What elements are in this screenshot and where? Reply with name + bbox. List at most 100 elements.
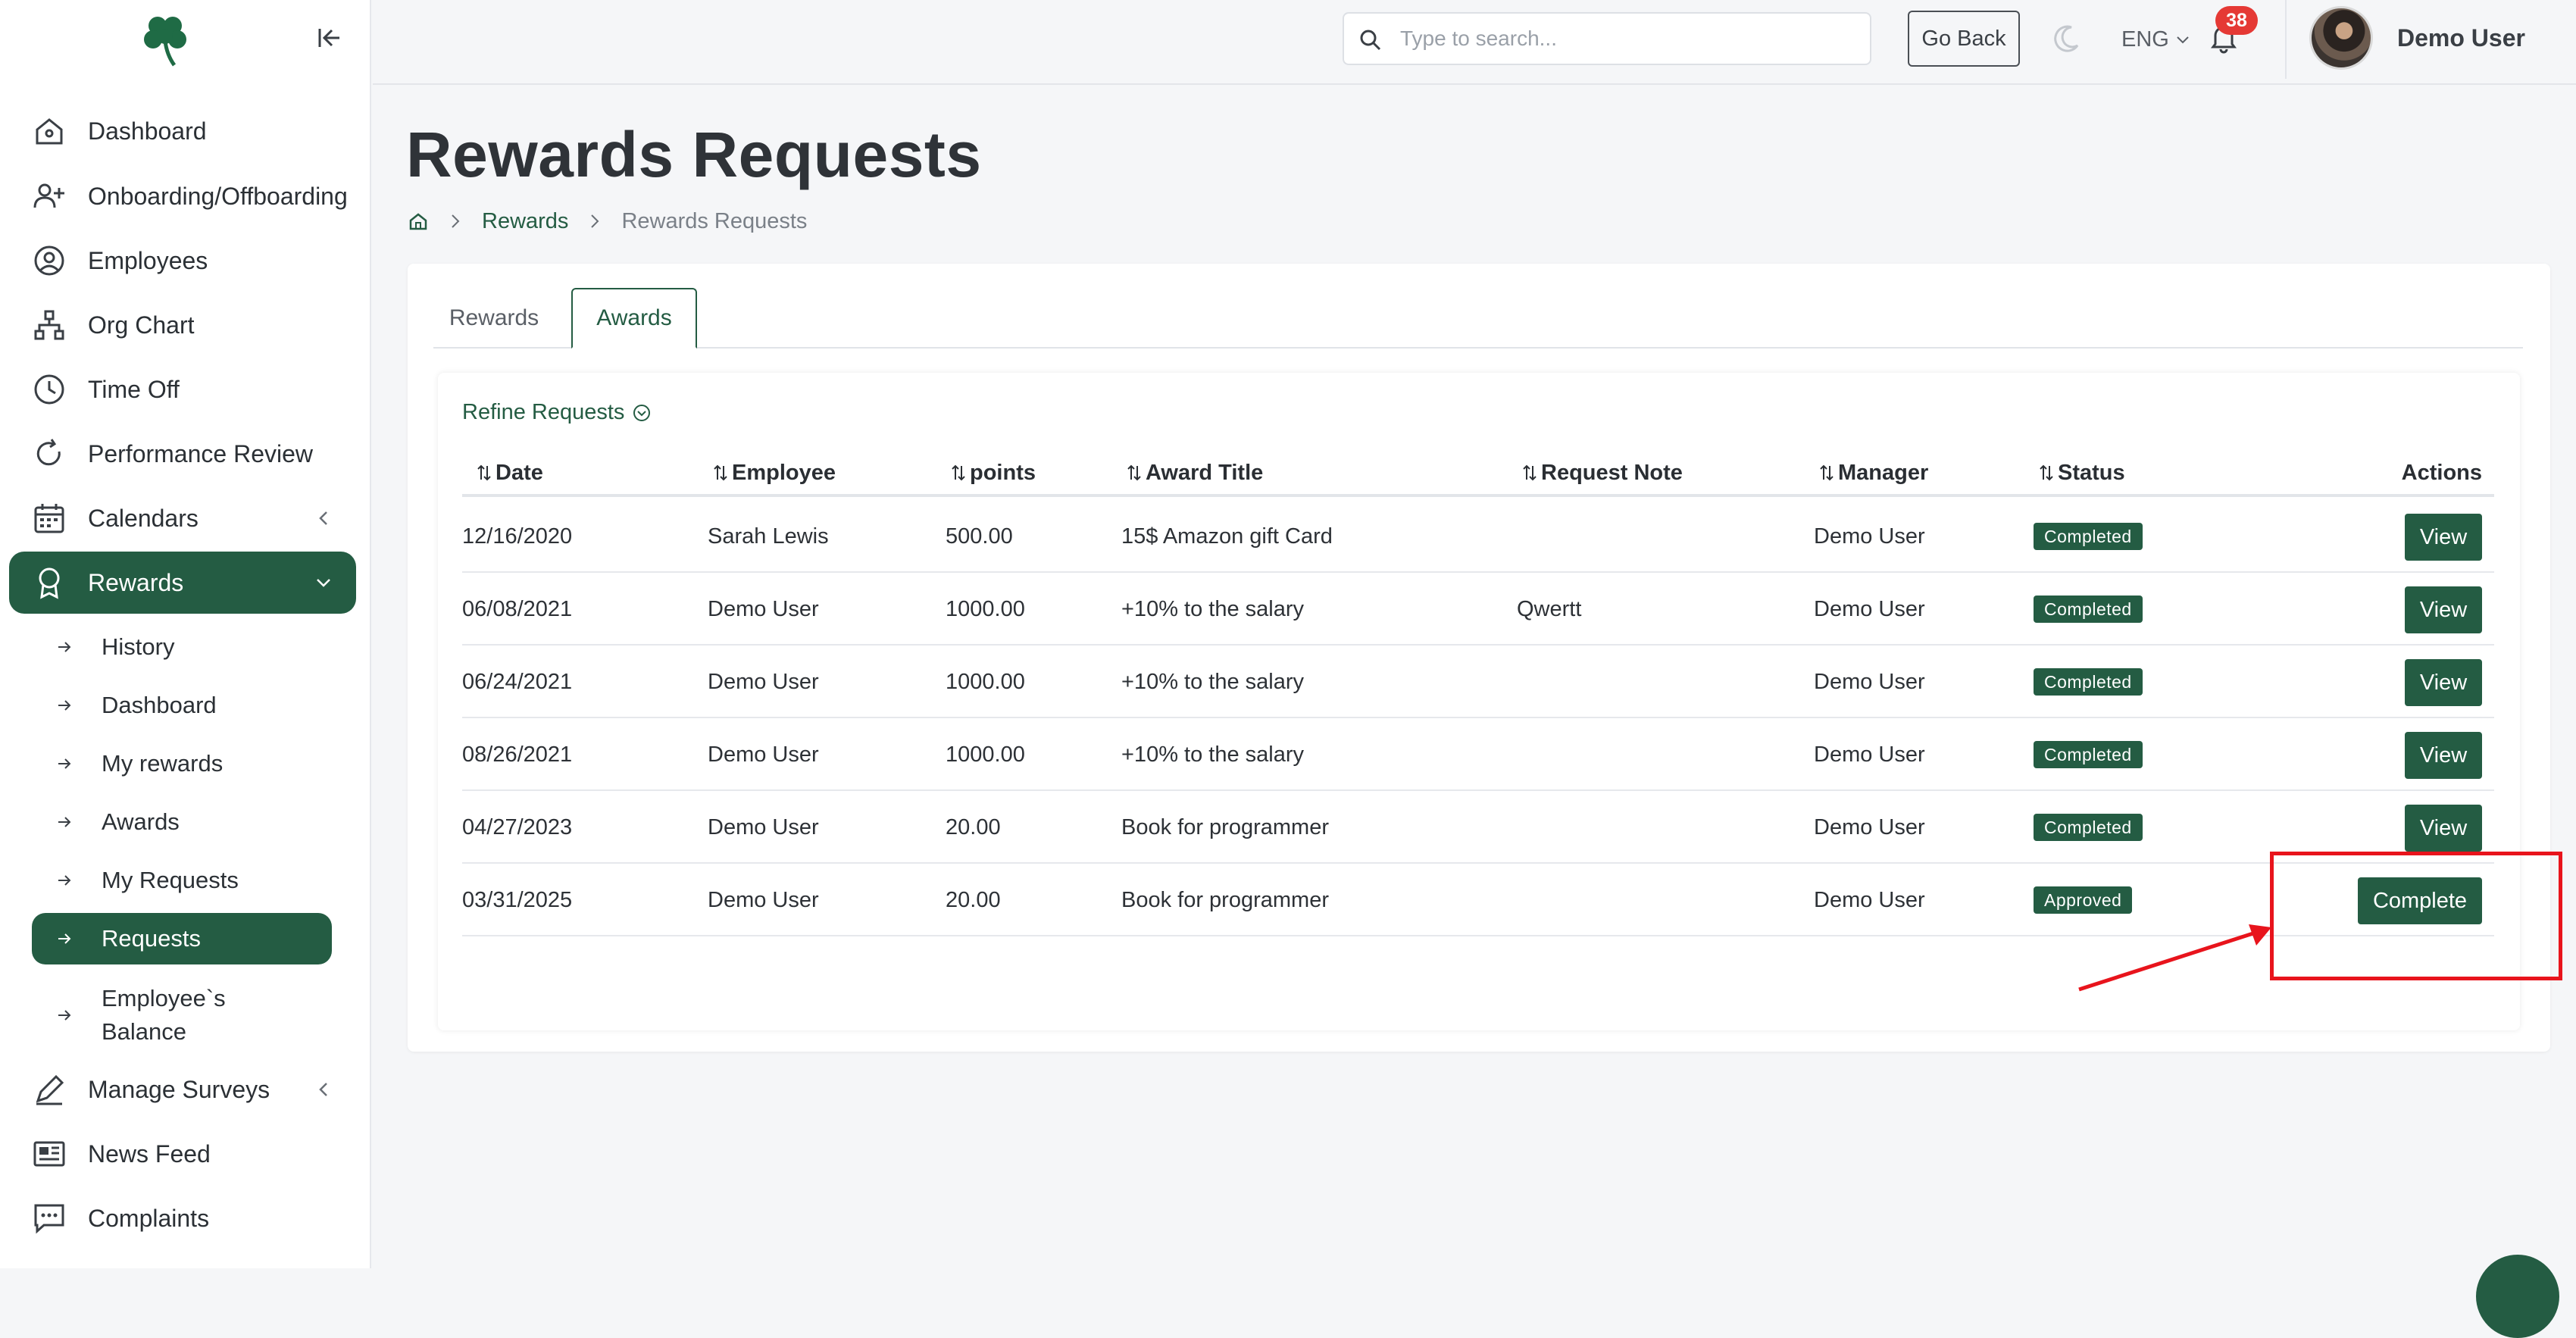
cell-employee: Demo User [708, 814, 819, 839]
cell-status: Completed [2034, 500, 2143, 573]
sub-employees-balance[interactable]: Employee`s Balance [32, 977, 332, 1053]
avatar[interactable] [2309, 6, 2373, 70]
column-label: Date [496, 460, 543, 485]
tab-rewards[interactable]: Rewards [433, 288, 555, 349]
table-row: 06/24/2021 Demo User 1000.00 +10% to the… [462, 646, 2494, 718]
notification-count-badge: 38 [2215, 6, 2258, 35]
message-icon [34, 1204, 64, 1234]
nav-onboarding[interactable]: Onboarding/Offboarding [9, 165, 356, 227]
cell-date: 08/26/2021 [462, 742, 573, 767]
arrow-right-icon [58, 758, 71, 769]
column-header-employee[interactable]: Employee [712, 449, 836, 497]
search-field[interactable] [1343, 12, 1871, 65]
clover-logo-icon[interactable] [135, 8, 195, 68]
view-button[interactable]: View [2405, 659, 2482, 706]
cell-award-title: 15$ Amazon gift Card [1121, 524, 1333, 549]
search-input[interactable] [1399, 26, 1870, 52]
sub-dashboard[interactable]: Dashboard [32, 680, 332, 731]
dark-mode-moon-icon[interactable] [2050, 23, 2082, 55]
status-badge: Completed [2034, 741, 2143, 768]
refine-requests-toggle[interactable]: Refine Requests [462, 400, 652, 425]
cell-points: 1000.00 [946, 742, 1025, 767]
search-icon [1360, 30, 1381, 51]
nav-calendars[interactable]: Calendars [9, 487, 356, 549]
cell-date: 06/24/2021 [462, 669, 573, 694]
home-icon[interactable] [408, 211, 429, 232]
sub-requests[interactable]: Requests [32, 913, 332, 964]
column-header-points[interactable]: points [950, 449, 1036, 497]
nav-rewards[interactable]: Rewards [9, 552, 356, 614]
cell-points: 500.00 [946, 524, 1013, 549]
nav-org-chart[interactable]: Org Chart [9, 294, 356, 356]
cell-award-title: +10% to the salary [1121, 596, 1305, 621]
cell-status: Completed [2034, 718, 2143, 791]
arrow-right-icon [58, 933, 71, 944]
nav-time-off[interactable]: Time Off [9, 358, 356, 420]
cell-manager: Demo User [1814, 669, 1925, 694]
floating-action-button[interactable] [2476, 1255, 2559, 1338]
org-chart-icon [34, 310, 64, 340]
sub-history[interactable]: History [32, 621, 332, 673]
user-plus-icon [33, 183, 64, 208]
cell-award-title: Book for programmer [1121, 814, 1329, 839]
status-badge: Completed [2034, 668, 2143, 696]
nav-employees[interactable]: Employees [9, 230, 356, 292]
user-name[interactable]: Demo User [2397, 24, 2525, 52]
nav-complaints[interactable]: Complaints [9, 1187, 356, 1249]
column-header-manager[interactable]: Manager [1818, 449, 1928, 497]
nav-label: News Feed [88, 1139, 211, 1168]
sub-awards[interactable]: Awards [32, 796, 332, 848]
refresh-icon [36, 439, 61, 466]
cell-status: Completed [2034, 573, 2143, 646]
tab-awards[interactable]: Awards [571, 288, 697, 349]
language-selector[interactable]: ENG [2121, 24, 2192, 55]
sub-label: Requests [102, 925, 201, 952]
breadcrumb-rewards-link[interactable]: Rewards [482, 209, 568, 234]
table-row: 12/16/2020 Sarah Lewis 500.00 15$ Amazon… [462, 500, 2494, 573]
collapse-sidebar-icon[interactable] [314, 23, 344, 53]
cell-date: 12/16/2020 [462, 524, 573, 549]
view-button[interactable]: View [2405, 586, 2482, 633]
nav-dashboard[interactable]: Dashboard [9, 100, 356, 162]
cell-points: 1000.00 [946, 596, 1025, 621]
table-row: 04/27/2023 Demo User 20.00 Book for prog… [462, 791, 2494, 864]
cell-points: 1000.00 [946, 669, 1025, 694]
nav-label: Onboarding/Offboarding [88, 182, 348, 210]
go-back-button[interactable]: Go Back [1908, 11, 2020, 67]
column-header-date[interactable]: Date [476, 449, 543, 497]
column-header-status[interactable]: Status [2038, 449, 2125, 497]
column-header-actions: Actions [2402, 449, 2482, 497]
column-label: points [970, 460, 1036, 485]
nav-label: Time Off [88, 375, 180, 403]
sub-my-rewards[interactable]: My rewards [32, 738, 332, 789]
nav-label: Performance Review [88, 439, 313, 467]
page-title: Rewards Requests [406, 119, 982, 190]
nav-news-feed[interactable]: News Feed [9, 1123, 356, 1185]
breadcrumb-current: Rewards Requests [621, 208, 808, 233]
view-button[interactable]: View [2405, 805, 2482, 852]
cell-employee: Demo User [708, 742, 819, 767]
view-button[interactable]: View [2405, 514, 2482, 561]
column-header-award-title[interactable]: Award Title [1126, 449, 1263, 497]
view-button[interactable]: View [2405, 732, 2482, 779]
arrow-right-icon [58, 817, 71, 827]
sidebar: Dashboard Onboarding/Offboarding Employe… [0, 0, 371, 1268]
arrow-right-icon [58, 875, 71, 886]
sub-my-requests[interactable]: My Requests [32, 855, 332, 906]
table-row: 08/26/2021 Demo User 1000.00 +10% to the… [462, 718, 2494, 791]
column-label: Employee [732, 460, 836, 485]
cell-status: Completed [2034, 646, 2143, 718]
tabs-divider [433, 347, 2523, 349]
annotation-arrow-icon [2078, 924, 2271, 992]
nav-manage-surveys[interactable]: Manage Surveys [9, 1058, 356, 1121]
sort-icon [714, 464, 727, 481]
table-header: Date Employee points Award Title Request… [462, 449, 2494, 497]
sort-icon [477, 464, 491, 481]
column-header-request-note[interactable]: Request Note [1521, 449, 1683, 497]
cell-employee: Demo User [708, 596, 819, 621]
cell-status: Completed [2034, 791, 2143, 864]
nav-label: Manage Surveys [88, 1075, 270, 1103]
cell-manager: Demo User [1814, 596, 1925, 621]
cell-points: 20.00 [946, 887, 1001, 912]
nav-performance-review[interactable]: Performance Review [9, 423, 356, 485]
